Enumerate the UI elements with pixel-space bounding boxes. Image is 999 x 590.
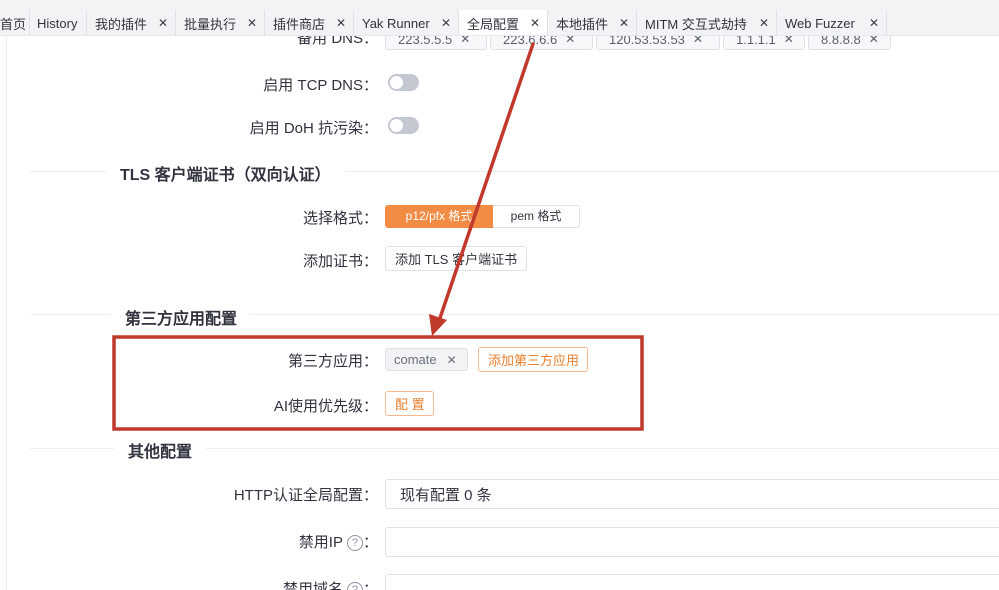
dns-server-value: 8.8.8.8	[821, 36, 861, 47]
settings-panel: 备用 DNS： 223.5.5.5 ✕ 223.6.6.6 ✕ 120.53.5…	[0, 36, 999, 590]
tcp-dns-label: 启用 TCP DNS：	[263, 77, 378, 94]
dns-server-value: 1.1.1.1	[736, 36, 776, 47]
app-name: comate	[394, 352, 437, 367]
tab-label: 首页	[0, 16, 27, 32]
dns-server-value: 120.53.53.53	[609, 36, 685, 47]
tab-yak-runner[interactable]: Yak Runner ✕	[354, 10, 459, 35]
tls-section-title: TLS 客户端证书（双向认证）	[106, 161, 345, 185]
tab-local-plugins[interactable]: 本地插件 ✕	[548, 10, 637, 35]
close-icon[interactable]: ✕	[693, 36, 703, 46]
banned-domain-label: 禁用域名?：	[283, 578, 378, 590]
doh-toggle[interactable]	[388, 117, 419, 134]
third-party-section-title: 第三方应用配置	[111, 305, 252, 329]
label-colon: ：	[362, 534, 378, 551]
format-option-pem[interactable]: pem 格式	[493, 205, 580, 228]
format-selector: p12/pfx 格式 pem 格式	[385, 205, 580, 228]
close-icon[interactable]: ✕	[158, 16, 168, 30]
http-auth-field[interactable]: 现有配置 0 条	[385, 479, 999, 509]
tab-label: 批量执行	[184, 16, 237, 32]
close-icon[interactable]: ✕	[460, 36, 470, 46]
dns-server-tag: 223.5.5.5 ✕	[385, 36, 487, 50]
dns-server-value: 223.6.6.6	[503, 36, 558, 47]
banned-ip-label: 禁用IP?：	[299, 531, 378, 552]
tab-label: 全局配置	[467, 17, 520, 32]
backup-dns-label: 备用 DNS：	[297, 36, 378, 47]
third-party-app-tag: comate ✕	[385, 348, 468, 371]
tab-label: 本地插件	[556, 16, 609, 32]
dns-server-value: 223.5.5.5	[398, 36, 453, 47]
tab-label: MITM 交互式劫持	[645, 16, 747, 32]
tab-history[interactable]: History	[29, 10, 87, 35]
tab-label: 我的插件	[95, 16, 148, 32]
tab-global-config[interactable]: 全局配置 ✕	[459, 10, 548, 35]
banned-ip-text: 禁用IP	[298, 534, 343, 551]
http-auth-label: HTTP认证全局配置：	[233, 487, 378, 504]
add-tls-cert-button[interactable]: 添加 TLS 客户端证书	[385, 246, 527, 271]
http-auth-value: 现有配置 0 条	[400, 486, 492, 504]
add-cert-label: 添加证书：	[302, 253, 378, 270]
tab-plugin-store[interactable]: 插件商店 ✕	[265, 10, 354, 35]
tab-label: History	[37, 15, 78, 31]
close-icon[interactable]: ✕	[869, 36, 879, 46]
tab-mitm[interactable]: MITM 交互式劫持 ✕	[637, 10, 777, 35]
close-icon[interactable]: ✕	[447, 353, 457, 367]
tab-label: Web Fuzzer	[785, 15, 855, 31]
help-icon[interactable]: ?	[346, 582, 363, 590]
tab-home[interactable]: 首页	[0, 10, 30, 35]
tab-web-fuzzer[interactable]: Web Fuzzer ✕	[777, 10, 887, 35]
banned-domain-text: 禁用域名	[282, 581, 343, 590]
close-icon[interactable]: ✕	[336, 16, 346, 30]
ai-priority-label: AI使用优先级：	[273, 398, 378, 415]
close-icon[interactable]: ✕	[441, 16, 451, 30]
banned-ip-field[interactable]	[385, 527, 999, 557]
tab-batch-execute[interactable]: 批量执行 ✕	[176, 10, 265, 35]
close-icon[interactable]: ✕	[784, 36, 794, 46]
close-icon[interactable]: ✕	[759, 16, 769, 30]
close-icon[interactable]: ✕	[530, 16, 540, 30]
tcp-dns-toggle[interactable]	[388, 74, 419, 91]
dns-server-tag: 120.53.53.53 ✕	[596, 36, 720, 50]
dns-server-tag: 223.6.6.6 ✕	[490, 36, 593, 50]
tab-label: 插件商店	[273, 16, 326, 32]
ai-priority-config-button[interactable]: 配 置	[385, 391, 434, 416]
close-icon[interactable]: ✕	[619, 16, 629, 30]
dns-server-tag: 8.8.8.8 ✕	[808, 36, 891, 50]
dns-server-tag: 1.1.1.1 ✕	[723, 36, 805, 50]
format-label: 选择格式：	[302, 210, 378, 227]
label-colon: ：	[362, 581, 378, 590]
help-icon[interactable]: ?	[346, 535, 363, 551]
doh-label: 启用 DoH 抗污染：	[249, 120, 378, 137]
close-icon[interactable]: ✕	[247, 16, 257, 30]
tab-bar: 首页 History 我的插件 ✕ 批量执行 ✕ 插件商店 ✕ Yak Runn…	[0, 0, 999, 36]
third-party-apps-label: 第三方应用：	[287, 353, 378, 370]
tab-label: Yak Runner	[362, 15, 430, 31]
tab-my-plugins[interactable]: 我的插件 ✕	[87, 10, 176, 35]
other-section-title: 其他配置	[114, 438, 207, 462]
format-option-p12[interactable]: p12/pfx 格式	[385, 205, 493, 228]
add-third-party-app-button[interactable]: 添加第三方应用	[478, 347, 588, 372]
banned-domain-field[interactable]	[385, 574, 999, 590]
close-icon[interactable]: ✕	[869, 16, 879, 30]
panel-divider	[6, 36, 7, 590]
close-icon[interactable]: ✕	[565, 36, 575, 46]
